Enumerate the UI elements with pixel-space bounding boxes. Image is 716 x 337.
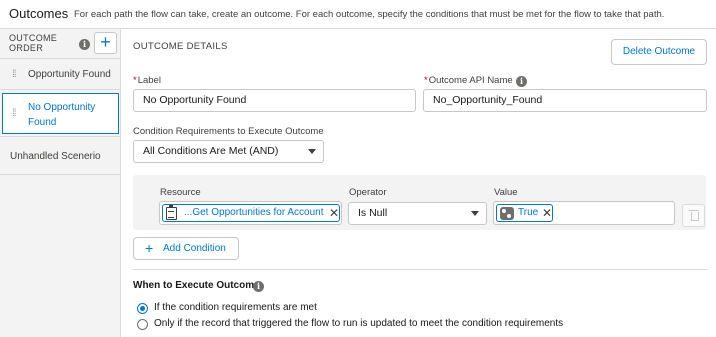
clipboard-icon (166, 205, 177, 220)
value-input[interactable]: True ✕ (493, 201, 675, 225)
value-label: Value (494, 187, 518, 198)
outcome-item-label: Unhandled Scenerio (10, 151, 101, 162)
api-name-field-label: *Outcome API Name (424, 75, 513, 86)
info-icon[interactable]: i (516, 76, 527, 87)
resource-input[interactable]: ...Get Opportunities for Account ✕ (159, 201, 342, 225)
value-value: True (518, 207, 539, 218)
section-title: OUTCOME DETAILS (133, 41, 228, 52)
radio-record-updated[interactable] (137, 319, 148, 330)
outcome-order-header: OUTCOME ORDER i + (0, 29, 121, 59)
label-field-label: *Label (133, 75, 161, 86)
operator-label: Operator (349, 187, 387, 198)
chevron-down-icon (471, 211, 479, 216)
page-description: For each path the flow can take, create … (74, 9, 665, 20)
add-condition-button[interactable]: + Add Condition (133, 237, 239, 260)
close-icon[interactable]: ✕ (329, 206, 339, 220)
drag-handle-icon[interactable]: ⁞⁞ (12, 108, 16, 119)
plus-icon: + (145, 240, 154, 256)
outcome-item-unhandled-scenario[interactable]: Unhandled Scenerio (0, 136, 121, 175)
condition-requirements-select[interactable]: All Conditions Are Met (AND) (133, 140, 324, 163)
delete-condition-button[interactable] (682, 204, 705, 227)
page-title: Outcomes (9, 6, 69, 21)
close-icon[interactable]: ✕ (542, 206, 552, 220)
outcome-order-label: OUTCOME ORDER (9, 33, 58, 53)
add-condition-label: Add Condition (163, 243, 226, 254)
label-input[interactable]: No Opportunity Found (133, 89, 416, 112)
outcome-details-panel: OUTCOME DETAILS Delete Outcome *Label No… (121, 29, 716, 337)
outcome-item-opportunity-found[interactable]: ⁞⁞ Opportunity Found (0, 60, 121, 90)
outcome-order-sidebar: OUTCOME ORDER i + ⁞⁞ Opportunity Found ⁞… (0, 29, 121, 337)
delete-outcome-button[interactable]: Delete Outcome (611, 39, 707, 65)
condition-requirements-label: Condition Requirements to Execute Outcom… (133, 126, 324, 137)
resource-pill[interactable]: ...Get Opportunities for Account ✕ (162, 204, 340, 222)
radio-condition-met-label: If the condition requirements are met (154, 302, 317, 313)
toggle-icon (500, 207, 514, 220)
resource-label: Resource (160, 187, 201, 198)
info-icon[interactable]: i (253, 281, 264, 292)
drag-handle-icon[interactable]: ⁞⁞ (12, 69, 16, 80)
outcomes-header: Outcomes For each path the flow can take… (0, 0, 716, 29)
divider (133, 269, 707, 270)
outcome-item-no-opportunity-found[interactable]: ⁞⁞ No Opportunity Found (2, 93, 119, 134)
radio-condition-met[interactable] (137, 303, 148, 314)
api-name-input[interactable]: No_Opportunity_Found (423, 89, 707, 112)
add-outcome-button[interactable]: + (94, 32, 117, 54)
operator-select[interactable]: Is Null (348, 202, 487, 225)
when-to-execute-label: When to Execute Outcome (133, 280, 260, 291)
outcome-item-label: Opportunity Found (28, 69, 111, 80)
resource-value: ...Get Opportunities for Account (184, 207, 324, 218)
radio-record-updated-label: Only if the record that triggered the fl… (154, 318, 564, 329)
outcome-item-label: No Opportunity Found (28, 102, 96, 128)
info-icon[interactable]: i (79, 39, 90, 50)
value-pill[interactable]: True ✕ (496, 204, 553, 222)
chevron-down-icon (308, 149, 316, 154)
